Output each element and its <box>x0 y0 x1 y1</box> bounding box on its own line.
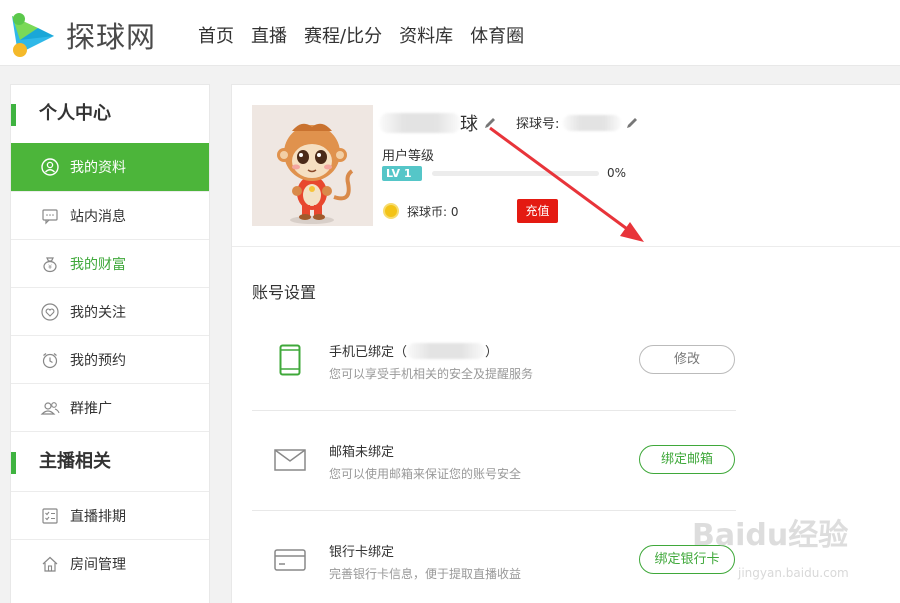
phone-number-blurred <box>407 342 486 359</box>
email-binding-title: 邮箱未绑定 <box>329 445 395 460</box>
sidebar-item-label: 我的预约 <box>70 352 126 369</box>
phone-icon <box>274 343 306 377</box>
level-badge: LV 1 <box>382 166 422 181</box>
sidebar-item-label: 房间管理 <box>70 556 126 573</box>
nav-database[interactable]: 资料库 <box>399 22 453 48</box>
group-icon <box>40 398 60 418</box>
sidebar-item-label: 直播排期 <box>70 508 126 525</box>
sidebar-item-group-promotion[interactable]: 群推广 <box>11 383 209 431</box>
phone-binding-title-end: ） <box>485 345 499 360</box>
phone-binding-title-text: 手机已绑定（ <box>329 345 408 360</box>
main-panel: 球 探球号: 用户等级 LV 1 0% 探球币: 0 充值 账号设置 手机已绑定 <box>231 84 900 603</box>
sidebar-item-label: 我的资料 <box>70 160 126 176</box>
level-percent: 0% <box>607 166 627 180</box>
nav-home[interactable]: 首页 <box>198 22 234 48</box>
sidebar-item-label: 站内消息 <box>70 208 126 225</box>
edit-id-icon[interactable] <box>625 116 639 130</box>
nav-live[interactable]: 直播 <box>251 22 287 48</box>
avatar[interactable] <box>252 105 373 226</box>
nav-sports-circle[interactable]: 体育圈 <box>470 22 524 48</box>
monkey-avatar-icon <box>252 105 373 226</box>
svg-text:¥: ¥ <box>48 264 52 271</box>
sidebar-item-my-profile[interactable]: 我的资料 <box>11 143 209 191</box>
account-id-label: 探球号: <box>516 117 560 132</box>
account-settings-title: 账号设置 <box>252 283 317 302</box>
phone-binding-row: 手机已绑定（ ） 您可以享受手机相关的安全及提醒服务 修改 <box>252 311 736 411</box>
bank-card-binding-row: 银行卡绑定 完善银行卡信息，便于提取直播收益 绑定银行卡 <box>252 511 736 603</box>
sidebar-item-my-reservations[interactable]: 我的预约 <box>11 335 209 383</box>
sidebar-item-live-schedule[interactable]: 直播排期 <box>11 491 209 539</box>
profile-card: 球 探球号: 用户等级 LV 1 0% 探球币: 0 充值 <box>232 85 900 247</box>
bank-card-icon <box>274 543 306 577</box>
site-brand[interactable]: 探球网 <box>66 14 156 56</box>
sidebar-item-my-follows[interactable]: 我的关注 <box>11 287 209 335</box>
email-binding-row: 邮箱未绑定 您可以使用邮箱来保证您的账号安全 绑定邮箱 <box>252 411 736 511</box>
tanqiu-logo-icon[interactable] <box>8 10 58 58</box>
sidebar-item-room-management[interactable]: 房间管理 <box>11 539 209 587</box>
section-title-anchor: 主播相关 <box>11 431 209 491</box>
house-icon <box>40 554 60 574</box>
email-binding-desc: 您可以使用邮箱来保证您的账号安全 <box>329 467 522 481</box>
phone-binding-desc: 您可以享受手机相关的安全及提醒服务 <box>329 367 534 381</box>
message-icon <box>40 206 60 226</box>
coin-icon <box>383 203 399 219</box>
sidebar-item-my-wealth[interactable]: ¥ 我的财富 <box>11 239 209 287</box>
section-title-personal: 个人中心 <box>11 85 209 143</box>
main-nav: 首页 直播 赛程/比分 资料库 体育圈 <box>198 22 541 48</box>
user-level-label: 用户等级 <box>382 149 435 164</box>
heart-icon <box>40 302 60 322</box>
modify-phone-button[interactable]: 修改 <box>639 345 735 374</box>
account-id: 探球号: <box>516 113 639 132</box>
sidebar-item-label: 我的关注 <box>70 304 126 321</box>
username-suffix: 球 <box>460 114 478 135</box>
bind-bank-card-button[interactable]: 绑定银行卡 <box>639 545 735 574</box>
level-progress-bar <box>432 171 599 176</box>
sidebar-item-messages[interactable]: 站内消息 <box>11 191 209 239</box>
sidebar-item-label: 群推广 <box>70 400 112 417</box>
bank-card-binding-title: 银行卡绑定 <box>329 545 395 560</box>
bind-email-button[interactable]: 绑定邮箱 <box>639 445 735 474</box>
user-icon <box>40 157 60 177</box>
top-header: 探球网 首页 直播 赛程/比分 资料库 体育圈 <box>0 0 900 66</box>
coin-balance: 探球币: 0 <box>407 205 459 219</box>
mail-icon <box>274 443 306 477</box>
bank-card-binding-desc: 完善银行卡信息，便于提取直播收益 <box>329 567 522 581</box>
username-blurred <box>380 113 460 133</box>
recharge-button[interactable]: 充值 <box>517 199 558 223</box>
money-bag-icon: ¥ <box>40 254 60 274</box>
account-id-blurred <box>563 114 622 131</box>
sidebar: 个人中心 我的资料 站内消息 ¥ 我的财富 我的关注 我的预约 群推广 主播相关… <box>10 84 210 603</box>
edit-username-icon[interactable] <box>483 116 497 130</box>
username: 球 <box>380 110 497 136</box>
nav-schedule[interactable]: 赛程/比分 <box>304 22 382 48</box>
sidebar-item-label: 我的财富 <box>70 256 126 273</box>
phone-binding-title: 手机已绑定（ ） <box>329 341 498 360</box>
schedule-icon <box>40 506 60 526</box>
alarm-clock-icon <box>40 350 60 370</box>
